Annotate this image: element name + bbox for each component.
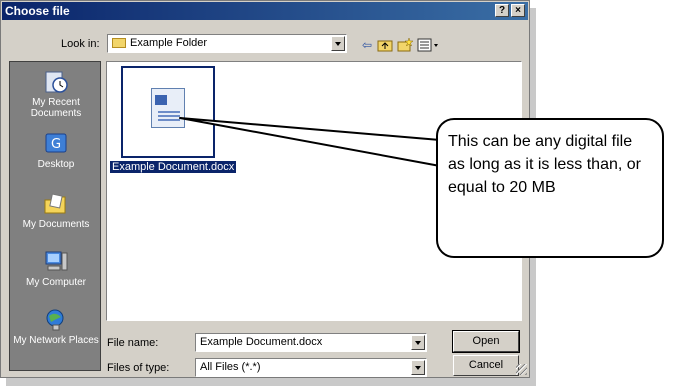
callout-text: This can be any digital file as long as …: [448, 133, 641, 196]
callout-box: This can be any digital file as long as …: [436, 118, 664, 258]
